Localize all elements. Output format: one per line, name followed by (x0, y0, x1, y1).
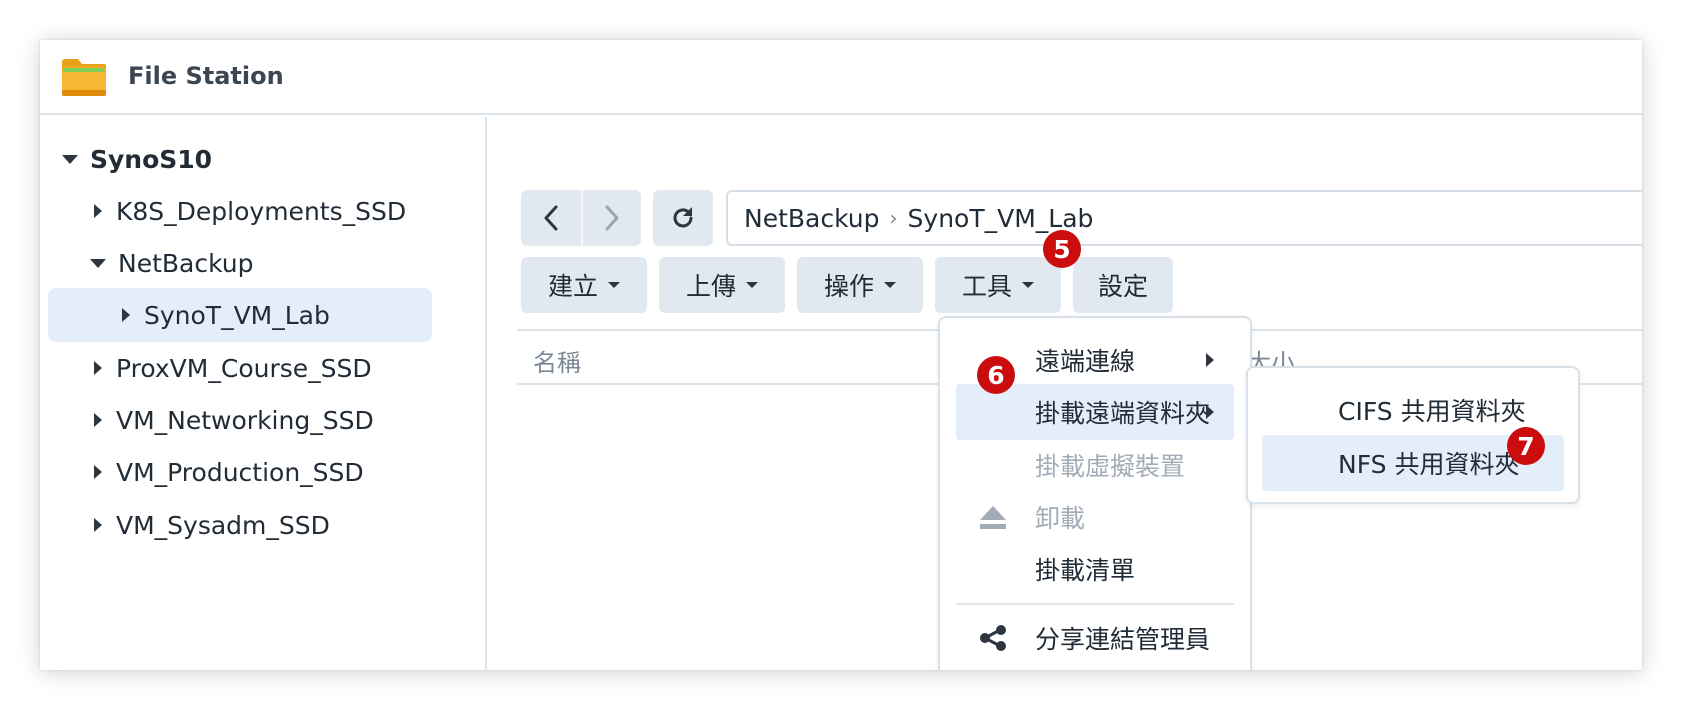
action-button[interactable]: 操作 (797, 257, 923, 313)
sidebar-item-vm-networking-ssd[interactable]: VM_Networking_SSD (94, 393, 374, 447)
main-panel: NetBackup › SynoT_VM_Lab 建立 上傳 操作 工具 設定 … (489, 117, 1642, 670)
collapse-arrow-icon[interactable] (90, 258, 106, 268)
tools-button-label: 工具 (961, 272, 1012, 301)
column-name[interactable]: 名稱 (533, 343, 581, 378)
caret-down-icon (1022, 282, 1034, 288)
sidebar-tree: SynoS10 K8S_Deployments_SSD NetBackup Sy… (40, 117, 487, 670)
back-button[interactable] (521, 190, 581, 246)
expand-arrow-icon[interactable] (94, 361, 102, 375)
caret-down-icon (608, 282, 620, 288)
sidebar-item-netbackup[interactable]: NetBackup (90, 236, 254, 290)
sidebar-item-label: K8S_Deployments_SSD (116, 196, 407, 226)
menu-item-label: 遠端連線 (1035, 347, 1136, 376)
step-badge-6: 6 (977, 356, 1015, 394)
title-bar: File Station (40, 40, 1642, 115)
tree-root-label: SynoS10 (90, 144, 213, 174)
settings-button[interactable]: 設定 (1073, 257, 1173, 313)
menu-item-mount-virtual-drive[interactable]: 掛載虛擬裝置 (956, 437, 1234, 493)
caret-down-icon (884, 282, 896, 288)
expand-arrow-icon[interactable] (94, 465, 102, 479)
sidebar-item-proxvm-course-ssd[interactable]: ProxVM_Course_SSD (94, 341, 372, 395)
action-button-label: 操作 (823, 272, 874, 301)
sidebar-item-label: VM_Production_SSD (116, 457, 364, 487)
menu-item-label: 分享連結管理員 (1035, 625, 1211, 654)
eject-icon (980, 506, 1006, 529)
menu-item-label: 卸載 (1035, 504, 1086, 533)
submenu-arrow-icon (1206, 405, 1214, 419)
sidebar-item-label: VM_Sysadm_SSD (116, 510, 330, 540)
submenu-arrow-icon (1206, 353, 1214, 367)
create-button[interactable]: 建立 (521, 257, 647, 313)
history-nav (521, 190, 641, 246)
path-segment[interactable]: SynoT_VM_Lab (908, 204, 1094, 233)
sidebar-item-label: NetBackup (118, 248, 254, 278)
menu-item-unmount[interactable]: 卸載 (956, 489, 1234, 545)
app-title: File Station (128, 62, 284, 90)
share-icon (980, 625, 1006, 651)
expand-arrow-icon[interactable] (122, 308, 130, 322)
path-separator: › (889, 206, 898, 230)
chevron-left-icon (544, 205, 558, 231)
expand-arrow-icon[interactable] (94, 413, 102, 427)
sidebar-item-synot-vm-lab[interactable]: SynoT_VM_Lab (48, 288, 432, 342)
collapse-arrow-icon[interactable] (62, 154, 78, 164)
expand-arrow-icon[interactable] (94, 204, 102, 218)
caret-down-icon (746, 282, 758, 288)
sidebar-item-label: SynoT_VM_Lab (144, 300, 330, 330)
sidebar-item-k8s-deployments-ssd[interactable]: K8S_Deployments_SSD (94, 184, 406, 238)
step-badge-7: 7 (1507, 427, 1545, 465)
menu-item-label: CIFS 共用資料夾 (1338, 397, 1526, 426)
step-badge-5: 5 (1043, 230, 1081, 268)
sidebar-item-label: ProxVM_Course_SSD (116, 353, 372, 383)
file-station-window: File Station SynoS10 K8S_Deployments_SSD… (40, 40, 1642, 670)
expand-arrow-icon[interactable] (94, 518, 102, 532)
tree-root-synos10[interactable]: SynoS10 (62, 132, 212, 186)
upload-button-label: 上傳 (685, 272, 736, 301)
path-bar[interactable]: NetBackup › SynoT_VM_Lab (726, 190, 1642, 246)
forward-button[interactable] (581, 190, 641, 246)
menu-item-share-link-manager[interactable]: 分享連結管理員 (956, 610, 1234, 666)
refresh-icon (673, 207, 693, 228)
tools-button[interactable]: 工具 (935, 257, 1061, 313)
menu-item-mount-list[interactable]: 掛載清單 (956, 541, 1234, 597)
sidebar-item-label: VM_Networking_SSD (116, 405, 374, 435)
upload-button[interactable]: 上傳 (659, 257, 785, 313)
menu-item-label: 掛載遠端資料夾 (1035, 399, 1211, 428)
menu-item-label: 掛載虛擬裝置 (1035, 452, 1186, 481)
refresh-button[interactable] (653, 190, 713, 246)
sidebar-item-vm-sysadm-ssd[interactable]: VM_Sysadm_SSD (94, 498, 330, 552)
chevron-right-icon (605, 205, 619, 231)
path-segment[interactable]: NetBackup (744, 204, 880, 233)
menu-item-label: NFS 共用資料夾 (1338, 450, 1520, 479)
folder-icon (62, 59, 106, 96)
settings-button-label: 設定 (1097, 272, 1148, 301)
sidebar-item-vm-production-ssd[interactable]: VM_Production_SSD (94, 445, 364, 499)
menu-divider (956, 603, 1234, 605)
menu-item-label: 掛載清單 (1035, 556, 1136, 585)
create-button-label: 建立 (547, 272, 598, 301)
